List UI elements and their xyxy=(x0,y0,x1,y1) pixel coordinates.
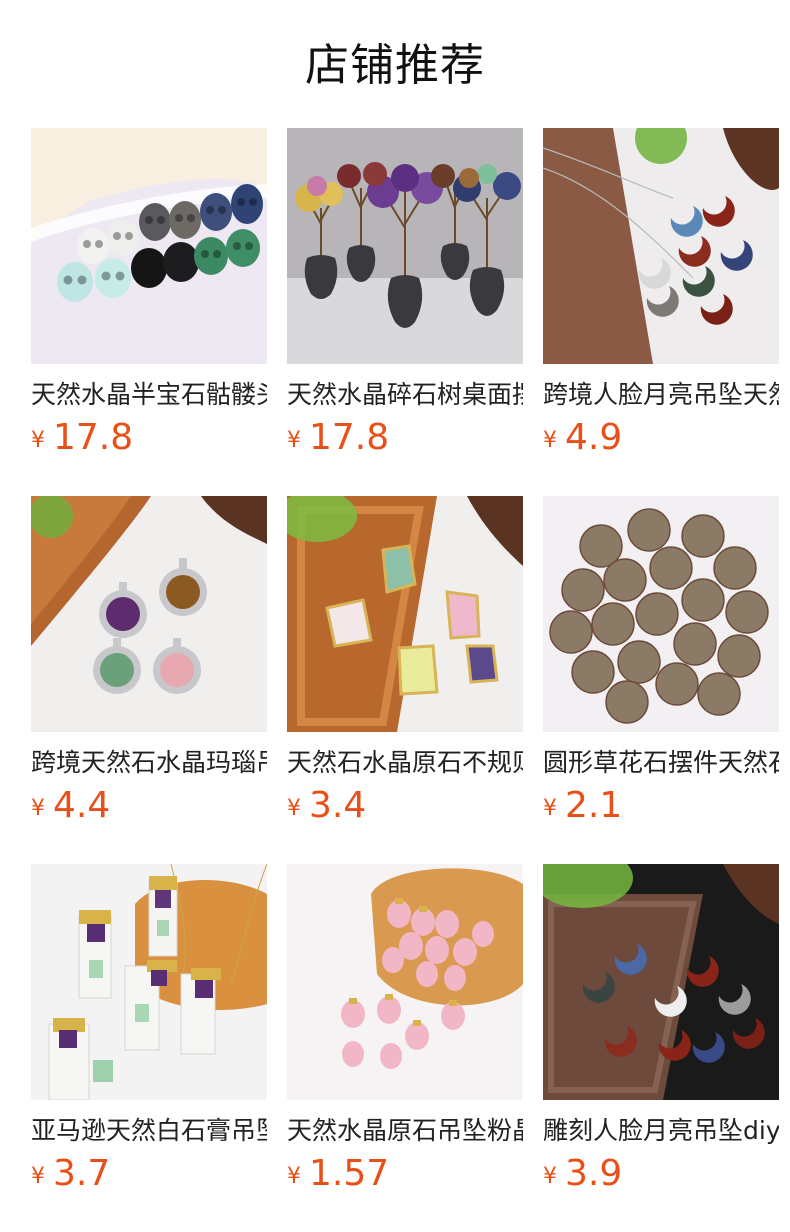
product-card[interactable]: 天然水晶原石吊坠粉晶 ¥1.57 xyxy=(287,864,523,1232)
product-price: ¥3.4 xyxy=(287,786,523,826)
product-card[interactable]: 跨境天然石水晶玛瑙吊坠 ¥4.4 xyxy=(31,496,267,864)
product-price: ¥4.9 xyxy=(543,418,779,458)
currency-symbol: ¥ xyxy=(287,428,301,453)
product-price: ¥3.7 xyxy=(31,1154,267,1194)
price-amount: 1.57 xyxy=(309,1153,390,1194)
product-image[interactable] xyxy=(31,496,267,732)
currency-symbol: ¥ xyxy=(31,1164,45,1189)
product-name[interactable]: 天然石水晶原石不规则吊坠 xyxy=(287,746,523,780)
product-image[interactable] xyxy=(31,864,267,1100)
page-title: 店铺推荐 xyxy=(305,40,485,91)
product-image[interactable] xyxy=(543,128,779,364)
product-name[interactable]: 跨境天然石水晶玛瑙吊坠 xyxy=(31,746,267,780)
price-amount: 3.9 xyxy=(565,1153,623,1194)
shop-recommendations-page: 店铺推荐 天然水晶半宝石骷髅 ¥ 17.8 天然水晶碎石树桌面 ¥ 17.8 跨… xyxy=(0,0,790,1232)
price-amount: 2.1 xyxy=(565,785,623,826)
product-image[interactable] xyxy=(287,496,523,732)
currency-symbol: ¥ xyxy=(543,428,557,453)
price-amount: 4.9 xyxy=(565,417,623,458)
product-price: ¥4.4 xyxy=(31,786,267,826)
product-price: ¥17.8 xyxy=(287,418,523,458)
price-amount: 3.4 xyxy=(309,785,367,826)
product-name[interactable]: 亚马逊天然白石膏吊坠 xyxy=(31,1114,267,1148)
product-price: ¥3.9 xyxy=(543,1154,779,1194)
price-amount: 3.7 xyxy=(53,1153,111,1194)
currency-symbol: ¥ xyxy=(543,796,557,821)
product-image[interactable] xyxy=(543,864,779,1100)
product-price: ¥2.1 xyxy=(543,786,779,826)
product-card[interactable]: 天然水晶碎石树桌面摆件 ¥17.8 xyxy=(287,128,523,496)
product-name[interactable]: 雕刻人脸月亮吊坠diy xyxy=(543,1114,779,1148)
product-name[interactable]: 天然水晶半宝石骷髅头摆件 xyxy=(31,378,267,412)
product-name[interactable]: 跨境人脸月亮吊坠天然石 xyxy=(543,378,779,412)
product-name[interactable]: 天然水晶碎石树桌面摆件 xyxy=(287,378,523,412)
product-image[interactable] xyxy=(543,496,779,732)
product-price: ¥1.57 xyxy=(287,1154,523,1194)
product-image[interactable] xyxy=(31,128,267,364)
currency-symbol: ¥ xyxy=(287,796,301,821)
product-card[interactable]: 天然水晶半宝石骷髅头摆件 ¥17.8 xyxy=(31,128,267,496)
product-image[interactable] xyxy=(287,128,523,364)
currency-symbol: ¥ xyxy=(543,1164,557,1189)
price-amount: 4.4 xyxy=(53,785,111,826)
product-grid: 天然水晶半宝石骷髅头摆件 ¥17.8 xyxy=(31,128,779,1232)
currency-symbol: ¥ xyxy=(287,1164,301,1189)
product-price: ¥17.8 xyxy=(31,418,267,458)
product-card[interactable]: 亚马逊天然白石膏吊坠 ¥3.7 xyxy=(31,864,267,1232)
product-name[interactable]: 天然水晶原石吊坠粉晶 xyxy=(287,1114,523,1148)
product-card[interactable]: 雕刻人脸月亮吊坠diy ¥3.9 xyxy=(543,864,779,1232)
product-name[interactable]: 圆形草花石摆件天然石球 xyxy=(543,746,779,780)
product-image[interactable] xyxy=(287,864,523,1100)
currency-symbol: ¥ xyxy=(31,428,45,453)
price-amount: 17.8 xyxy=(53,417,134,458)
product-card[interactable]: 圆形草花石摆件天然石球 ¥2.1 xyxy=(543,496,779,864)
product-card[interactable]: 跨境人脸月亮吊坠天然石 ¥4.9 xyxy=(543,128,779,496)
price-amount: 17.8 xyxy=(309,417,390,458)
currency-symbol: ¥ xyxy=(31,796,45,821)
product-card[interactable]: 天然石水晶原石不规则吊坠 ¥3.4 xyxy=(287,496,523,864)
